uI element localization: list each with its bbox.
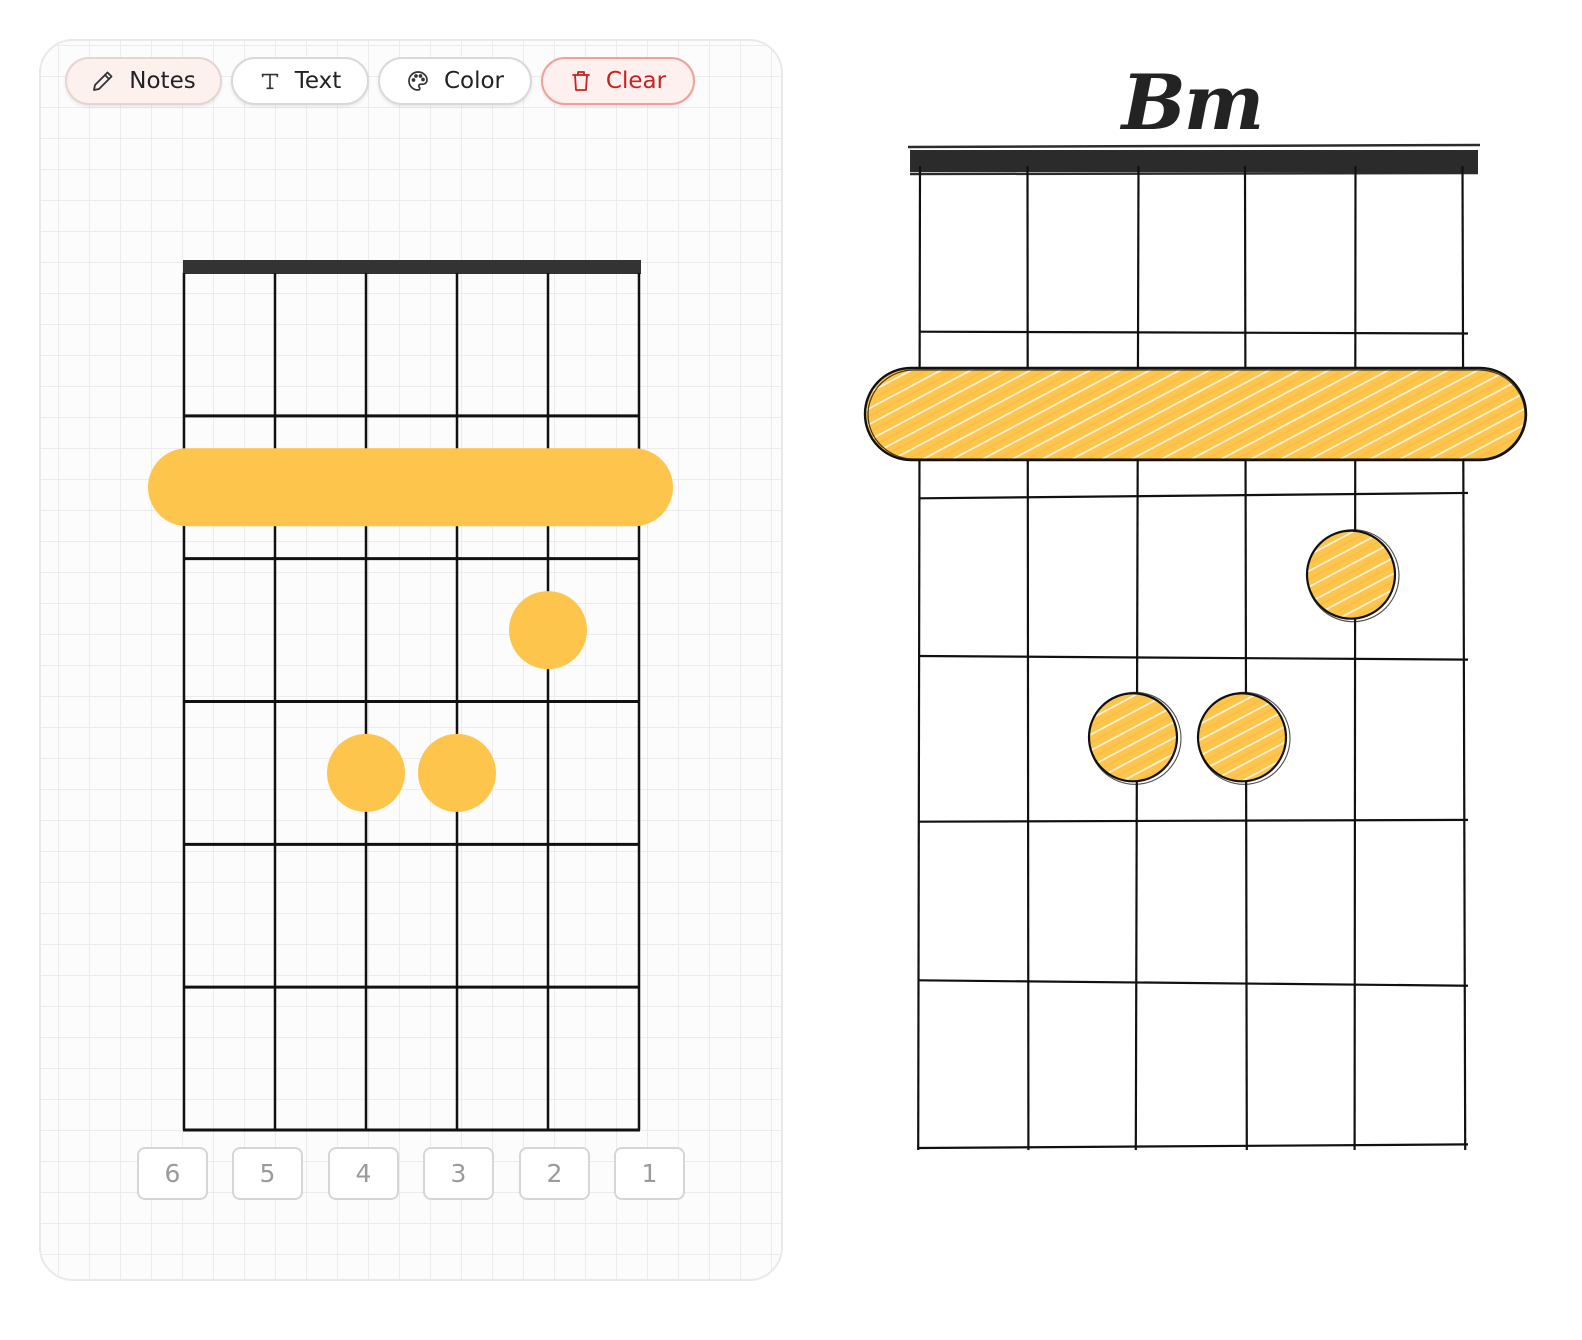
chord-diagram[interactable] xyxy=(41,41,783,1281)
sketch-nut xyxy=(907,143,1481,176)
string-button-2[interactable]: 2 xyxy=(519,1147,590,1200)
string-button-5[interactable]: 5 xyxy=(232,1147,303,1200)
sketch-fret-2 xyxy=(918,491,1469,500)
finger-dot-1[interactable] xyxy=(509,591,587,670)
sketch-fret-1 xyxy=(918,330,1469,335)
sketch-string-6 xyxy=(917,165,922,1151)
string-button-4[interactable]: 4 xyxy=(328,1147,399,1200)
sketch-fret-4 xyxy=(918,818,1469,823)
sketch-preview: Bm xyxy=(840,40,1582,1180)
sketch-fret-3 xyxy=(918,654,1469,661)
nut xyxy=(183,260,641,274)
string-button-3[interactable]: 3 xyxy=(423,1147,494,1200)
chord-editor-panel: Notes Text Color Clear 6 5 4 3 2 1 xyxy=(39,39,783,1281)
sketch-string-5 xyxy=(1026,165,1030,1151)
sketch-grid-lines xyxy=(917,165,1469,1151)
sketch-barre xyxy=(863,366,1528,462)
sketch-fret-6 xyxy=(918,1143,1469,1150)
sketch-chord-diagram xyxy=(863,143,1528,1151)
string-button-1[interactable]: 1 xyxy=(614,1147,685,1200)
string-button-6[interactable]: 6 xyxy=(137,1147,208,1200)
barre-marker[interactable] xyxy=(148,448,673,527)
finger-dot-3[interactable] xyxy=(418,733,496,812)
sketch-fret-5 xyxy=(918,979,1469,987)
sketch-string-1 xyxy=(1461,165,1467,1151)
sketch-finger-markers xyxy=(863,366,1528,785)
finger-markers[interactable] xyxy=(148,448,673,812)
finger-dot-2[interactable] xyxy=(327,733,405,812)
